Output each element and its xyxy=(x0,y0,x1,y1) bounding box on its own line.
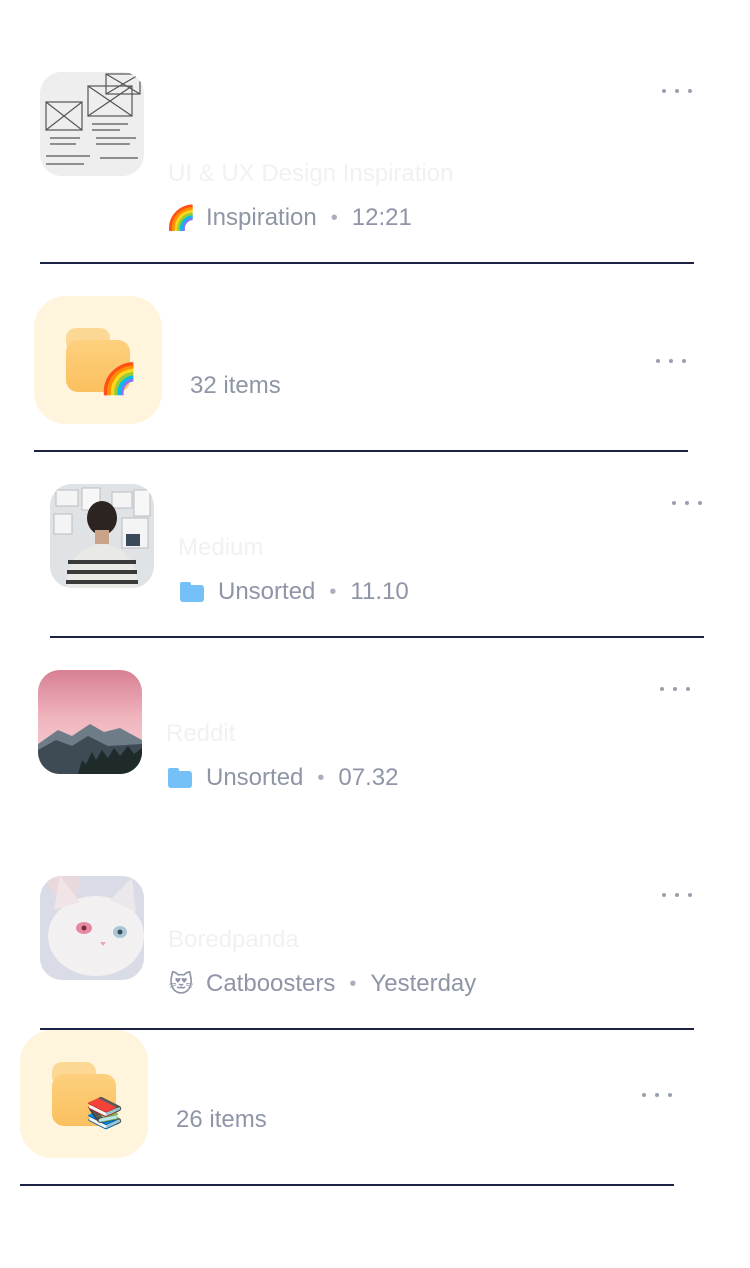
heart-eyes-cat-icon: 😻 xyxy=(168,970,194,998)
item-time: 07.32 xyxy=(338,764,399,791)
collection-name[interactable]: Unsorted xyxy=(206,764,303,792)
pink-mountains-thumbnail xyxy=(38,670,142,774)
item-count: 32 items xyxy=(190,372,281,399)
more-options-icon[interactable] xyxy=(672,498,702,508)
white-cat-thumbnail xyxy=(40,876,144,980)
item-meta: Unsorted • 11.10 xyxy=(180,576,409,608)
separator-dot: • xyxy=(330,206,338,229)
rainbow-icon: 🌈 xyxy=(166,204,196,232)
more-options-icon[interactable] xyxy=(656,356,686,366)
item-meta: Unsorted • 07.32 xyxy=(168,762,398,794)
divider xyxy=(40,1028,694,1030)
rainbow-icon: 🌈 xyxy=(100,362,138,397)
divider xyxy=(34,450,688,452)
item-title: Reddit xyxy=(166,720,236,747)
person-at-wall-thumbnail xyxy=(50,484,154,588)
divider xyxy=(50,636,704,638)
more-options-icon[interactable] xyxy=(660,684,690,694)
item-title: UI & UX Design Inspiration xyxy=(168,160,454,187)
item-count: 26 items xyxy=(176,1106,267,1133)
item-meta: 🌈 Inspiration • 12:21 xyxy=(166,202,412,234)
item-time: 12:21 xyxy=(351,204,412,231)
item-title: Medium xyxy=(178,534,264,561)
collection-folder-thumbnail: 🌈 xyxy=(34,296,162,424)
more-options-icon[interactable] xyxy=(662,890,692,900)
separator-dot: • xyxy=(317,766,325,789)
item-time: Yesterday xyxy=(370,970,477,997)
folder-icon xyxy=(168,768,192,788)
item-meta: 😻 Catboosters • Yesterday xyxy=(166,968,476,1000)
more-options-icon[interactable] xyxy=(642,1090,672,1100)
item-title: Boredpanda xyxy=(168,926,299,953)
separator-dot: • xyxy=(349,972,357,995)
separator-dot: • xyxy=(329,580,337,603)
collection-name[interactable]: Inspiration xyxy=(206,204,317,232)
divider xyxy=(40,262,694,264)
collection-name[interactable]: Unsorted xyxy=(218,578,315,606)
more-options-icon[interactable] xyxy=(662,86,692,96)
item-time: 11.10 xyxy=(350,578,409,605)
collection-name[interactable]: Catboosters xyxy=(206,970,335,998)
collection-folder-thumbnail: 📚 xyxy=(20,1030,148,1158)
wireframe-sketch-thumbnail xyxy=(40,72,144,176)
books-icon: 📚 xyxy=(86,1096,124,1131)
folder-icon xyxy=(180,582,204,602)
divider xyxy=(20,1184,674,1186)
